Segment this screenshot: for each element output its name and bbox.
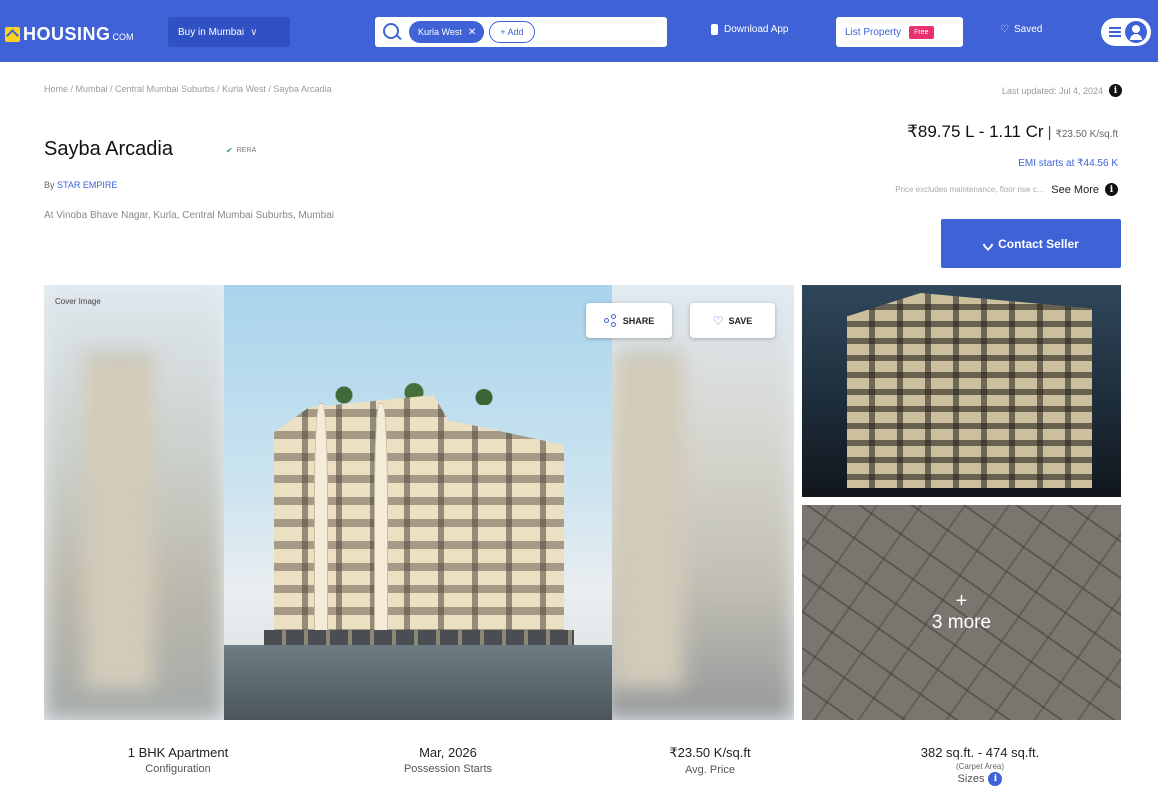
cover-image[interactable]: Cover Image	[44, 285, 794, 720]
stat-value: 1 BHK Apartment	[127, 745, 229, 760]
save-label: SAVE	[728, 315, 753, 326]
phone-call-icon	[981, 236, 996, 251]
builder-link[interactable]: STAR EMPIRE	[57, 180, 117, 190]
sizes-row: Sizes i	[880, 772, 1080, 786]
price-range: ₹89.75 L - 1.11 Cr	[907, 122, 1044, 141]
city-dropdown[interactable]: Buy in Mumbai ∨	[168, 17, 290, 47]
avatar	[1125, 21, 1147, 43]
builder-line: By STAR EMPIRE	[44, 180, 117, 190]
info-icon[interactable]: i	[1105, 183, 1118, 196]
stat-label: Avg. Price	[685, 764, 735, 776]
download-app-link[interactable]: Download App	[711, 24, 789, 35]
project-address: At Vinoba Bhave Nagar, Kurla, Central Mu…	[44, 210, 334, 221]
hamburger-icon	[1109, 27, 1121, 37]
saved-link[interactable]: ♡ Saved	[1000, 24, 1042, 35]
heart-icon: ♡	[1000, 24, 1009, 35]
search-bar[interactable]: Kurla West ✕ + Add	[375, 17, 667, 47]
building-photo	[224, 285, 612, 720]
blurred-backdrop-right	[604, 285, 794, 720]
stat-possession: Mar, 2026 Possession Starts	[358, 745, 538, 775]
builder-prefix: By	[44, 180, 55, 190]
gallery-thumbnail-night[interactable]	[802, 285, 1121, 497]
street	[224, 645, 612, 720]
emi-link[interactable]: EMI starts at ₹44.56 K	[1018, 153, 1118, 171]
search-icon[interactable]	[381, 21, 403, 43]
info-icon[interactable]: i	[988, 772, 1003, 786]
stat-avg-price: ₹23.50 K/sq.ft Avg. Price	[620, 745, 800, 776]
free-badge: Free	[909, 25, 934, 39]
check-icon: ✔	[226, 146, 233, 155]
list-property-button[interactable]: List Property Free	[836, 17, 963, 47]
user-menu-button[interactable]	[1101, 18, 1151, 46]
blurred-building	[84, 355, 154, 685]
share-button[interactable]: SHARE	[586, 303, 672, 338]
emi-text: EMI starts at ₹44.56 K	[1018, 158, 1118, 169]
rera-label: RERA	[236, 147, 257, 154]
facade-fin	[374, 403, 388, 643]
saved-label: Saved	[1013, 24, 1043, 35]
price-separator: |	[1047, 124, 1052, 141]
stat-value: Mar, 2026	[419, 745, 477, 760]
breadcrumb[interactable]: Home / Mumbai / Central Mumbai Suburbs /…	[44, 84, 331, 94]
cover-image-label: Cover Image	[55, 297, 101, 306]
stat-label: Possession Starts	[403, 763, 493, 775]
price-note: Price excludes maintenance, floor rise c…	[895, 183, 1118, 196]
price-line: ₹89.75 L - 1.11 Cr | ₹23.50 K/sq.ft	[907, 122, 1118, 142]
contact-seller-label: Contact Seller	[998, 236, 1079, 251]
last-updated-text: Last updated: Jul 4, 2024	[1001, 85, 1103, 96]
gallery-thumbnail-map[interactable]: + 3 more	[802, 505, 1121, 720]
save-button[interactable]: ♡ SAVE	[690, 303, 775, 338]
locality-chip[interactable]: Kurla West ✕	[409, 21, 485, 43]
heart-icon: ♡	[712, 313, 724, 328]
more-photos-count: 3 more	[931, 611, 992, 633]
blurred-backdrop-left	[44, 285, 224, 720]
more-photos-overlay[interactable]: + 3 more	[802, 505, 1121, 720]
see-more-link[interactable]: See More	[1051, 184, 1099, 196]
stat-label: Configuration	[145, 763, 211, 775]
facade-fin	[314, 403, 328, 643]
housing-logo[interactable]: HOUSING COM	[5, 24, 134, 45]
blurred-building	[614, 355, 684, 685]
add-locality-button[interactable]: + Add	[489, 21, 535, 43]
list-property-label: List Property	[845, 26, 902, 38]
stat-sizes: 382 sq.ft. - 474 sq.ft. (Carpet Area) Si…	[880, 745, 1080, 786]
share-icon	[603, 313, 618, 327]
plus-icon: +	[955, 589, 968, 612]
locality-chip-label: Kurla West	[418, 27, 462, 37]
project-title: Sayba Arcadia	[44, 138, 173, 160]
top-navbar: HOUSING COM Buy in Mumbai ∨ Kurla West ✕…	[0, 0, 1158, 62]
chevron-down-icon: ∨	[250, 26, 258, 38]
building-facade	[847, 293, 1092, 488]
logo-mark-icon	[5, 27, 20, 42]
stat-label: Sizes	[957, 773, 985, 785]
price-note-text: Price excludes maintenance, floor rise c…	[895, 185, 1044, 194]
contact-seller-button[interactable]: Contact Seller	[941, 219, 1121, 268]
phone-icon	[711, 24, 718, 35]
stat-value: ₹23.50 K/sq.ft	[669, 745, 751, 760]
price-per-sqft: ₹23.50 K/sq.ft	[1055, 129, 1118, 140]
download-app-label: Download App	[724, 24, 789, 35]
city-dropdown-label: Buy in Mumbai	[178, 26, 245, 38]
close-icon[interactable]: ✕	[468, 27, 476, 38]
logo-text: HOUSING	[23, 24, 111, 44]
stat-sub: (Carpet Area)	[955, 762, 1005, 771]
share-label: SHARE	[622, 315, 655, 326]
stat-configuration: 1 BHK Apartment Configuration	[88, 745, 268, 775]
stat-value: 382 sq.ft. - 474 sq.ft.	[920, 745, 1040, 760]
logo-suffix: COM	[112, 31, 134, 42]
last-updated: Last updated: Jul 4, 2024 i	[1002, 84, 1122, 97]
rera-badge: ✔ RERA	[226, 146, 256, 155]
info-icon[interactable]: i	[1109, 84, 1122, 97]
